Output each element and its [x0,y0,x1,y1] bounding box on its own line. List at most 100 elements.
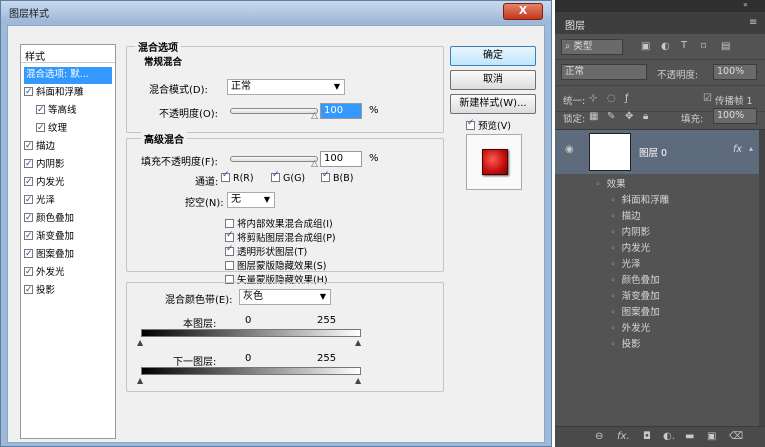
eye-icon[interactable]: ◦ [610,243,616,254]
eye-icon[interactable]: ◦ [610,307,616,318]
slider-thumb-icon[interactable]: △ [311,111,318,121]
tab-layers[interactable]: 图层 [559,15,591,34]
blend-mode-select[interactable]: 正常 ▼ [227,79,345,95]
underlying-layer-gradient[interactable] [141,367,361,375]
style-item[interactable]: 图案叠加 [24,246,112,264]
checkbox-icon[interactable] [24,264,33,280]
channel-r-checkbox[interactable]: R(R) [221,170,254,184]
style-item[interactable]: 光泽 [24,192,112,210]
effect-item[interactable]: ◦ 图案叠加 [610,304,660,318]
ok-button[interactable]: 确定 [450,46,536,66]
style-item[interactable]: 投影 [24,282,112,300]
opacity-input[interactable]: 100 [320,103,362,119]
lock-icon[interactable]: 🔒︎ [643,111,648,122]
eye-icon[interactable]: ◦ [610,275,616,286]
style-item-blending-options[interactable]: 混合选项: 默... [24,67,112,84]
slider-thumb-icon[interactable]: ▲ [137,376,143,385]
this-layer-gradient[interactable] [141,329,361,337]
style-item[interactable]: 颜色叠加 [24,210,112,228]
checkbox-icon[interactable] [24,228,33,244]
filter-adjust-icon[interactable]: ◐ [661,41,670,52]
checkbox-icon[interactable] [24,282,33,298]
checkbox-icon[interactable] [225,244,234,256]
style-item[interactable]: 外发光 [24,264,112,282]
eye-icon[interactable]: ◦ [610,259,616,270]
new-layer-icon[interactable]: ▣ [707,431,716,442]
filter-type-icon[interactable]: T [681,40,687,51]
checkbox-icon[interactable] [271,170,280,182]
slider-thumb-icon[interactable]: ▲ [355,338,361,347]
checkbox-icon[interactable] [36,120,45,136]
eye-icon[interactable]: ◦ [595,179,601,190]
checkbox-icon[interactable] [24,246,33,262]
fx-badge[interactable]: fx [733,144,742,155]
unify-position-icon[interactable]: ⊹ [589,93,597,104]
checkbox-icon[interactable] [36,102,45,118]
slider-thumb-icon[interactable]: ▲ [137,338,143,347]
knockout-select[interactable]: 无 ▼ [227,192,275,208]
fill-opacity-slider[interactable]: △ [230,156,318,169]
eye-icon[interactable]: ◦ [610,323,616,334]
checkbox-icon[interactable] [466,118,475,130]
effect-item[interactable]: ◦ 颜色叠加 [610,272,660,286]
panel-scrollbar[interactable] [759,130,765,430]
folder-icon[interactable]: ▬ [685,431,694,442]
checkbox-icon[interactable]: ☑ [703,93,712,104]
layer-row[interactable]: ◉ 图层 0 fx ▴ [555,130,760,174]
effect-item[interactable]: ◦ 投影 [610,336,641,350]
filter-shape-icon[interactable]: ⌑ [701,41,706,52]
layer-name[interactable]: 图层 0 [639,145,667,159]
effect-item[interactable]: ◦ 内阴影 [610,224,650,238]
eye-icon[interactable]: ◉ [565,144,574,155]
style-item[interactable]: 斜面和浮雕 [24,84,112,102]
eye-icon[interactable]: ◦ [610,195,616,206]
effect-item[interactable]: ◦ 渐变叠加 [610,288,660,302]
style-item[interactable]: 纹理 [36,120,124,138]
layer-blend-mode-select[interactable]: 正常 [561,64,647,80]
checkbox-icon[interactable] [24,84,33,100]
layer-mask-hides-checkbox[interactable]: 图层蒙版隐藏效果(S) [225,258,326,272]
effect-item[interactable]: ◦ 斜面和浮雕 [610,192,669,206]
checkbox-icon[interactable] [24,156,33,172]
checkbox-icon[interactable] [225,230,234,242]
checkbox-icon[interactable] [221,170,230,182]
close-button[interactable]: X [503,3,543,20]
lock-brush-icon[interactable]: ✎ [607,111,615,122]
channel-b-checkbox[interactable]: B(B) [321,170,353,184]
layer-opacity-input[interactable]: 100% [713,64,757,80]
unify-style-icon[interactable]: ƒ [625,93,629,104]
lock-move-icon[interactable]: ✥ [625,111,633,122]
style-item[interactable]: 描边 [24,138,112,156]
styles-header[interactable]: 样式 [25,48,45,63]
filter-kind-select[interactable]: ⌕ 类型 [561,39,623,55]
link-icon[interactable]: ⊖ [595,431,603,442]
transparency-shapes-checkbox[interactable]: 透明形状图层(T) [225,244,307,258]
eye-icon[interactable]: ◦ [610,291,616,302]
panel-menu-icon[interactable]: ≡ [749,17,757,28]
checkbox-icon[interactable] [225,219,234,228]
effects-header[interactable]: ◦ 效果 [595,176,626,190]
layer-fill-input[interactable]: 100% [713,108,757,124]
dialog-titlebar[interactable]: 图层样式 X [1,1,551,23]
unify-visibility-icon[interactable]: ◌ [607,93,616,104]
fx-icon[interactable]: fx. [617,431,630,442]
effect-item[interactable]: ◦ 内发光 [610,240,650,254]
checkbox-icon[interactable] [225,261,234,270]
checkbox-icon[interactable] [24,174,33,190]
style-item[interactable]: 内发光 [24,174,112,192]
style-item[interactable]: 渐变叠加 [24,228,112,246]
collapse-icon[interactable]: « [743,0,748,9]
slider-thumb-icon[interactable]: ▲ [355,376,361,385]
checkbox-icon[interactable] [24,192,33,208]
filter-smart-icon[interactable]: ▤ [721,41,730,52]
preview-checkbox[interactable]: 预览(V) [466,118,511,132]
blend-clipped-checkbox[interactable]: 将剪贴图层混合成组(P) [225,230,336,244]
lock-transparency-icon[interactable]: ▦ [589,111,598,122]
trash-icon[interactable]: ⌫ [729,431,743,442]
blend-interior-checkbox[interactable]: 将内部效果混合成组(I) [225,216,333,230]
blend-if-select[interactable]: 灰色 ▼ [239,289,331,305]
checkbox-icon[interactable] [24,210,33,226]
expand-effects-icon[interactable]: ▴ [749,144,753,153]
eye-icon[interactable]: ◦ [610,211,616,222]
cancel-button[interactable]: 取消 [450,70,536,90]
